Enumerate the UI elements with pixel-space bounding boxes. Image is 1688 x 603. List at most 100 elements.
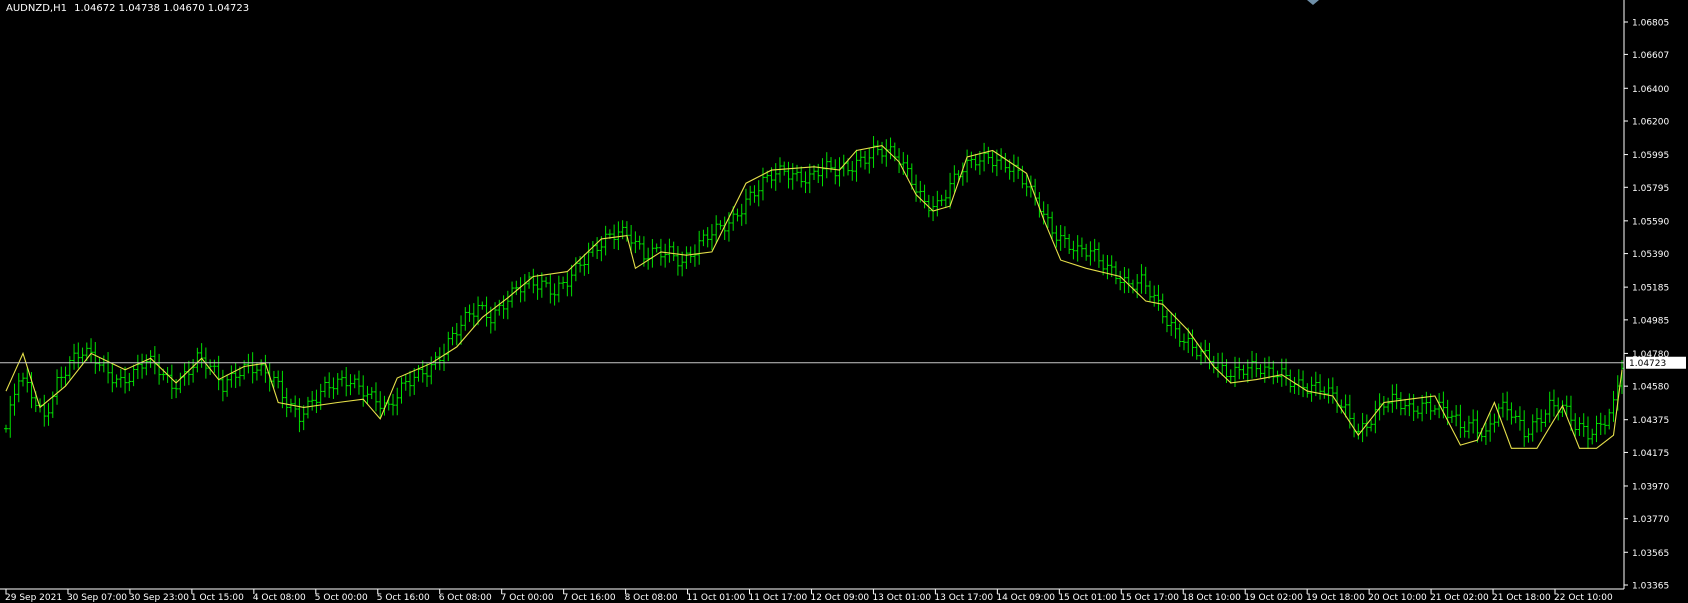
- price-bar: [663, 243, 668, 268]
- price-bar: [229, 365, 234, 388]
- price-bar: [1330, 377, 1335, 404]
- price-bar: [127, 372, 132, 392]
- price-bar: [518, 277, 523, 303]
- price-bar: [1075, 235, 1080, 262]
- price-bar: [603, 225, 608, 256]
- price-bar: [671, 241, 676, 261]
- price-bar: [412, 368, 417, 395]
- price-bar: [1585, 416, 1590, 449]
- price-bar: [1428, 393, 1433, 420]
- price-bars: [4, 136, 1624, 449]
- price-bar: [552, 283, 557, 306]
- price-bar: [339, 370, 344, 387]
- x-tick-label: 19 Oct 02:00: [1244, 593, 1303, 603]
- price-bar: [1164, 310, 1169, 333]
- price-bar: [1147, 280, 1152, 303]
- price-bar: [1194, 343, 1199, 360]
- price-bar: [1267, 356, 1272, 379]
- price-bar: [1160, 293, 1165, 324]
- price-bar: [1551, 389, 1556, 417]
- price-bar: [454, 323, 459, 346]
- price-bar: [314, 389, 319, 414]
- price-bar: [318, 383, 323, 410]
- price-bar: [425, 362, 430, 387]
- price-bar: [157, 353, 162, 385]
- chart-shift-marker[interactable]: [1307, 0, 1319, 5]
- price-bar: [858, 150, 863, 168]
- price-bar: [365, 385, 370, 405]
- price-bar: [1492, 413, 1497, 433]
- price-bar: [1607, 408, 1612, 430]
- price-bar: [935, 190, 940, 217]
- y-tick-label: 1.05590: [1632, 217, 1669, 227]
- price-bar: [67, 356, 72, 380]
- price-bar: [352, 374, 357, 389]
- price-bar: [135, 354, 140, 380]
- price-bar: [450, 326, 455, 346]
- price-bar: [361, 375, 366, 407]
- price-bar: [1177, 323, 1182, 347]
- price-bar: [539, 272, 544, 298]
- price-chart[interactable]: 1.06805 1.06607 1.06400 1.06200 1.05995 1.057…: [0, 0, 1688, 603]
- price-bar: [548, 273, 553, 304]
- price-bar: [118, 369, 123, 388]
- price-bar: [629, 225, 634, 254]
- price-bar: [1011, 154, 1016, 183]
- price-bar: [305, 396, 310, 419]
- price-bar: [1216, 352, 1220, 378]
- price-bar: [1062, 226, 1067, 248]
- price-bar: [1466, 415, 1471, 439]
- y-tick-label: 1.06400: [1632, 85, 1669, 95]
- price-bar: [199, 343, 204, 368]
- price-bar: [1522, 410, 1527, 447]
- price-bar: [16, 373, 21, 403]
- price-bar: [1169, 312, 1174, 336]
- price-bar: [76, 342, 81, 369]
- price-bar: [1598, 412, 1603, 436]
- price-bar: [1237, 357, 1242, 380]
- price-bar: [1420, 395, 1425, 422]
- x-tick-label: 22 Oct 10:00: [1554, 593, 1613, 603]
- price-bar: [114, 374, 119, 388]
- price-bar: [820, 158, 825, 187]
- price-bar: [1322, 386, 1327, 399]
- price-bar: [675, 246, 680, 276]
- price-bar: [833, 159, 838, 185]
- price-bar: [1130, 279, 1135, 294]
- price-bar: [399, 377, 404, 404]
- price-bar: [1398, 392, 1403, 416]
- y-tick-label: 1.06805: [1632, 19, 1669, 29]
- price-bar: [1250, 350, 1255, 379]
- price-bar: [1543, 409, 1548, 427]
- price-bar: [1079, 237, 1084, 258]
- price-bar: [752, 185, 757, 203]
- price-bar: [863, 150, 868, 170]
- price-bar: [1326, 378, 1331, 404]
- chart-window[interactable]: AUDNZD,H1 1.04672 1.04738 1.04670 1.0472…: [0, 0, 1688, 603]
- y-tick-label: 1.05390: [1632, 250, 1669, 260]
- price-bar: [709, 224, 714, 251]
- price-bar: [986, 146, 991, 164]
- price-bar: [12, 383, 17, 416]
- price-bar: [356, 370, 361, 395]
- y-tick-label: 1.06200: [1632, 118, 1669, 128]
- price-bar: [1258, 364, 1263, 378]
- price-bar: [1207, 342, 1212, 370]
- price-bar: [705, 227, 710, 248]
- x-tick-label: 13 Oct 17:00: [934, 593, 993, 603]
- x-tick-label: 1 Oct 15:00: [191, 593, 244, 603]
- price-bar: [1407, 393, 1412, 417]
- price-bar: [697, 230, 702, 265]
- price-bar: [250, 352, 255, 384]
- price-bar: [799, 166, 804, 188]
- price-bar: [484, 296, 489, 327]
- price-bar: [408, 370, 412, 397]
- price-bar: [1539, 409, 1544, 432]
- price-bar: [586, 242, 591, 274]
- price-bar: [1547, 391, 1552, 423]
- price-bar: [101, 355, 106, 373]
- price-bar: [216, 355, 221, 391]
- price-bar: [1424, 391, 1429, 414]
- y-tick-label: 1.04175: [1632, 449, 1669, 459]
- y-tick-label: 1.06607: [1632, 51, 1669, 61]
